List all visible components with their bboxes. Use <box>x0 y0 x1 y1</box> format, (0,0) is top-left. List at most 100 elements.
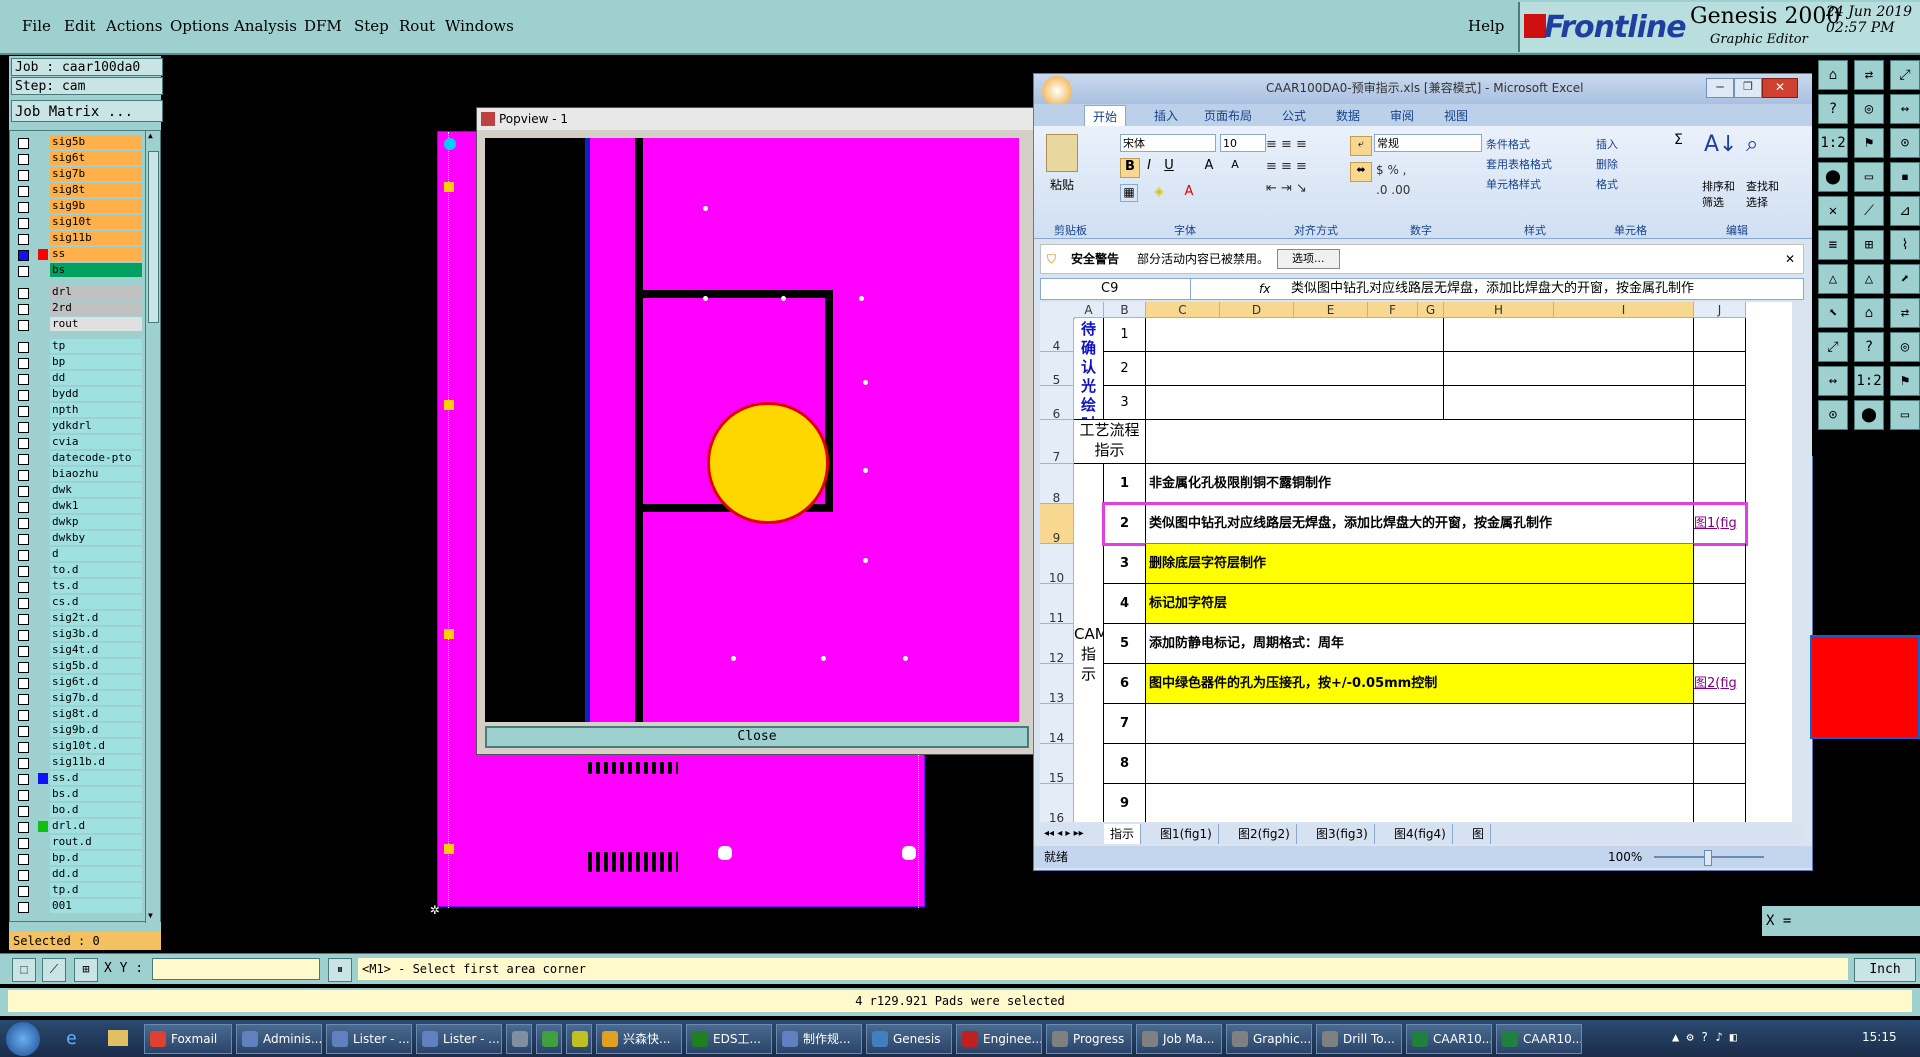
layer-scrollbar[interactable]: ▲ ▼ <box>145 131 160 923</box>
grid-icon[interactable]: ⊞ <box>1854 230 1884 260</box>
row-number-cell[interactable]: 3 <box>1104 386 1146 420</box>
layer-name[interactable]: sig5b <box>50 135 142 149</box>
layer-name[interactable]: sig7b.d <box>50 691 142 705</box>
sheet-tab[interactable]: 指示 <box>1104 824 1142 844</box>
layer-row[interactable]: tp.d <box>12 883 142 898</box>
drill-hole-pad[interactable] <box>707 402 829 524</box>
font-color-icon[interactable]: A <box>1180 184 1198 202</box>
zoom-thumb[interactable] <box>1704 850 1712 866</box>
layer-checkbox[interactable] <box>18 186 29 197</box>
layer-name[interactable]: 2rd <box>50 301 142 315</box>
layer-name[interactable]: sig11b.d <box>50 755 142 769</box>
formula-input[interactable]: 类似图中钻孔对应线路层无焊盘，添加比焊盘大的开窗，按金属孔制作 <box>1291 279 1791 299</box>
menu-help[interactable]: Help <box>1468 17 1504 35</box>
sheet-tab[interactable]: 图1(fig1) <box>1154 824 1219 844</box>
layer-name[interactable]: sig8t.d <box>50 707 142 721</box>
layer-name[interactable]: bp <box>50 355 142 369</box>
layer-row[interactable]: sig9b.d <box>12 723 142 738</box>
layer-checkbox[interactable] <box>18 390 29 401</box>
layer-row[interactable]: sig10t.d <box>12 739 142 754</box>
fx-icon[interactable]: fx <box>1259 279 1270 299</box>
layer-row[interactable]: to.d <box>12 563 142 578</box>
close-warning-icon[interactable]: ✕ <box>1785 245 1795 273</box>
layer-row[interactable]: sig2t.d <box>12 611 142 626</box>
taskbar-item[interactable]: EDS工... <box>686 1024 772 1054</box>
layer-name[interactable]: drl <box>50 285 142 299</box>
layer-checkbox[interactable] <box>18 646 29 657</box>
layer-name[interactable]: dd.d <box>50 867 142 881</box>
sort-filter-icon[interactable]: A↓ <box>1704 132 1737 162</box>
row-header[interactable]: 12 <box>1040 624 1074 665</box>
layer-checkbox[interactable] <box>18 630 29 641</box>
menu-analysis[interactable]: Analysis <box>234 17 297 35</box>
sheet-nav-icon[interactable]: ◂◂ ◂ ▸ ▸▸ <box>1044 824 1084 844</box>
layer-name[interactable]: ss.d <box>50 771 142 785</box>
ie-icon[interactable]: e <box>66 1028 86 1049</box>
layer-name[interactable]: dwk <box>50 483 142 497</box>
layer-checkbox[interactable] <box>18 518 29 529</box>
paste-icon[interactable] <box>1046 134 1078 172</box>
layer-name[interactable]: ss <box>50 247 142 261</box>
row-header[interactable]: 11 <box>1040 584 1074 625</box>
hyperlink-cell[interactable] <box>1694 744 1746 784</box>
layer-checkbox[interactable] <box>18 854 29 865</box>
scroll-up-icon[interactable]: ▲ <box>148 131 156 140</box>
sheet-tab[interactable]: 图4(fig4) <box>1388 824 1453 844</box>
layer-row[interactable]: sig7b.d <box>12 691 142 706</box>
layer-checkbox[interactable] <box>18 406 29 417</box>
rect-icon[interactable]: ▭ <box>1890 400 1920 430</box>
layer-name[interactable]: drl.d <box>50 819 142 833</box>
layer-row[interactable]: sig6t <box>12 151 142 166</box>
column-header[interactable]: B <box>1104 302 1146 318</box>
taskbar-item[interactable]: Genesis <box>866 1024 952 1054</box>
row-number-cell[interactable]: 4 <box>1104 584 1146 624</box>
layer-name[interactable]: bo.d <box>50 803 142 817</box>
layer-name[interactable]: biaozhu <box>50 467 142 481</box>
row-header[interactable]: 14 <box>1040 704 1074 745</box>
sheet-tab[interactable]: 图3(fig3) <box>1310 824 1375 844</box>
layer-row[interactable]: ss.d <box>12 771 142 786</box>
layer-checkbox[interactable] <box>18 870 29 881</box>
taskbar-item[interactable]: 制作规... <box>776 1024 862 1054</box>
find-select-label[interactable]: 查找和选择 <box>1746 178 1786 210</box>
lines-icon[interactable]: ≡ <box>1818 230 1848 260</box>
layer-row[interactable]: bydd <box>12 387 142 402</box>
home-icon[interactable]: ⌂ <box>1818 60 1848 90</box>
taskbar-item[interactable] <box>506 1024 532 1054</box>
layer-name[interactable]: rout.d <box>50 835 142 849</box>
layer-row[interactable]: sig5b <box>12 135 142 150</box>
help-icon[interactable]: ? <box>1818 94 1848 124</box>
bold-icon[interactable]: B <box>1120 158 1140 178</box>
taskbar-item[interactable]: Progress <box>1046 1024 1132 1054</box>
flag-icon[interactable]: ⚑ <box>1890 366 1920 396</box>
layer-checkbox[interactable] <box>18 598 29 609</box>
instruction-cell[interactable]: 删除底层字符层制作 <box>1146 544 1694 584</box>
taskbar-item[interactable]: Lister - ... <box>416 1024 502 1054</box>
layer-row[interactable]: bp <box>12 355 142 370</box>
swap-icon[interactable]: ⇄ <box>1890 298 1920 328</box>
layer-row[interactable]: cs.d <box>12 595 142 610</box>
borders-icon[interactable]: ▦ <box>1120 184 1138 202</box>
instruction-cell[interactable] <box>1146 704 1694 744</box>
cross-icon[interactable]: ✕ <box>1818 196 1848 226</box>
layer-row[interactable]: ts.d <box>12 579 142 594</box>
layer-checkbox[interactable] <box>18 902 29 913</box>
layer-name[interactable]: bs <box>50 263 142 277</box>
layer-checkbox[interactable] <box>18 320 29 331</box>
delete-cells-button[interactable]: 删除 <box>1596 156 1618 172</box>
circle-icon[interactable]: ⊙ <box>1818 400 1848 430</box>
layer-checkbox[interactable] <box>18 358 29 369</box>
layer-row[interactable]: 001 <box>12 899 142 914</box>
layer-checkbox[interactable] <box>18 742 29 753</box>
layer-name[interactable]: dwkp <box>50 515 142 529</box>
text-cell[interactable] <box>1444 318 1694 352</box>
paste-button-label[interactable]: 粘贴 <box>1050 176 1074 193</box>
layer-checkbox[interactable] <box>18 790 29 801</box>
help-icon[interactable]: ? <box>1854 332 1884 362</box>
scroll-thumb[interactable] <box>148 151 159 323</box>
flag-icon[interactable]: ⚑ <box>1854 128 1884 158</box>
alignment-icons[interactable]: ≡ ≡ ≡ ≡ ≡ ≡ ⇤ ⇥ ↘ <box>1266 134 1346 202</box>
layer-name[interactable]: npth <box>50 403 142 417</box>
layer-name[interactable]: dwkby <box>50 531 142 545</box>
font-size-select[interactable]: 10 <box>1220 134 1266 152</box>
